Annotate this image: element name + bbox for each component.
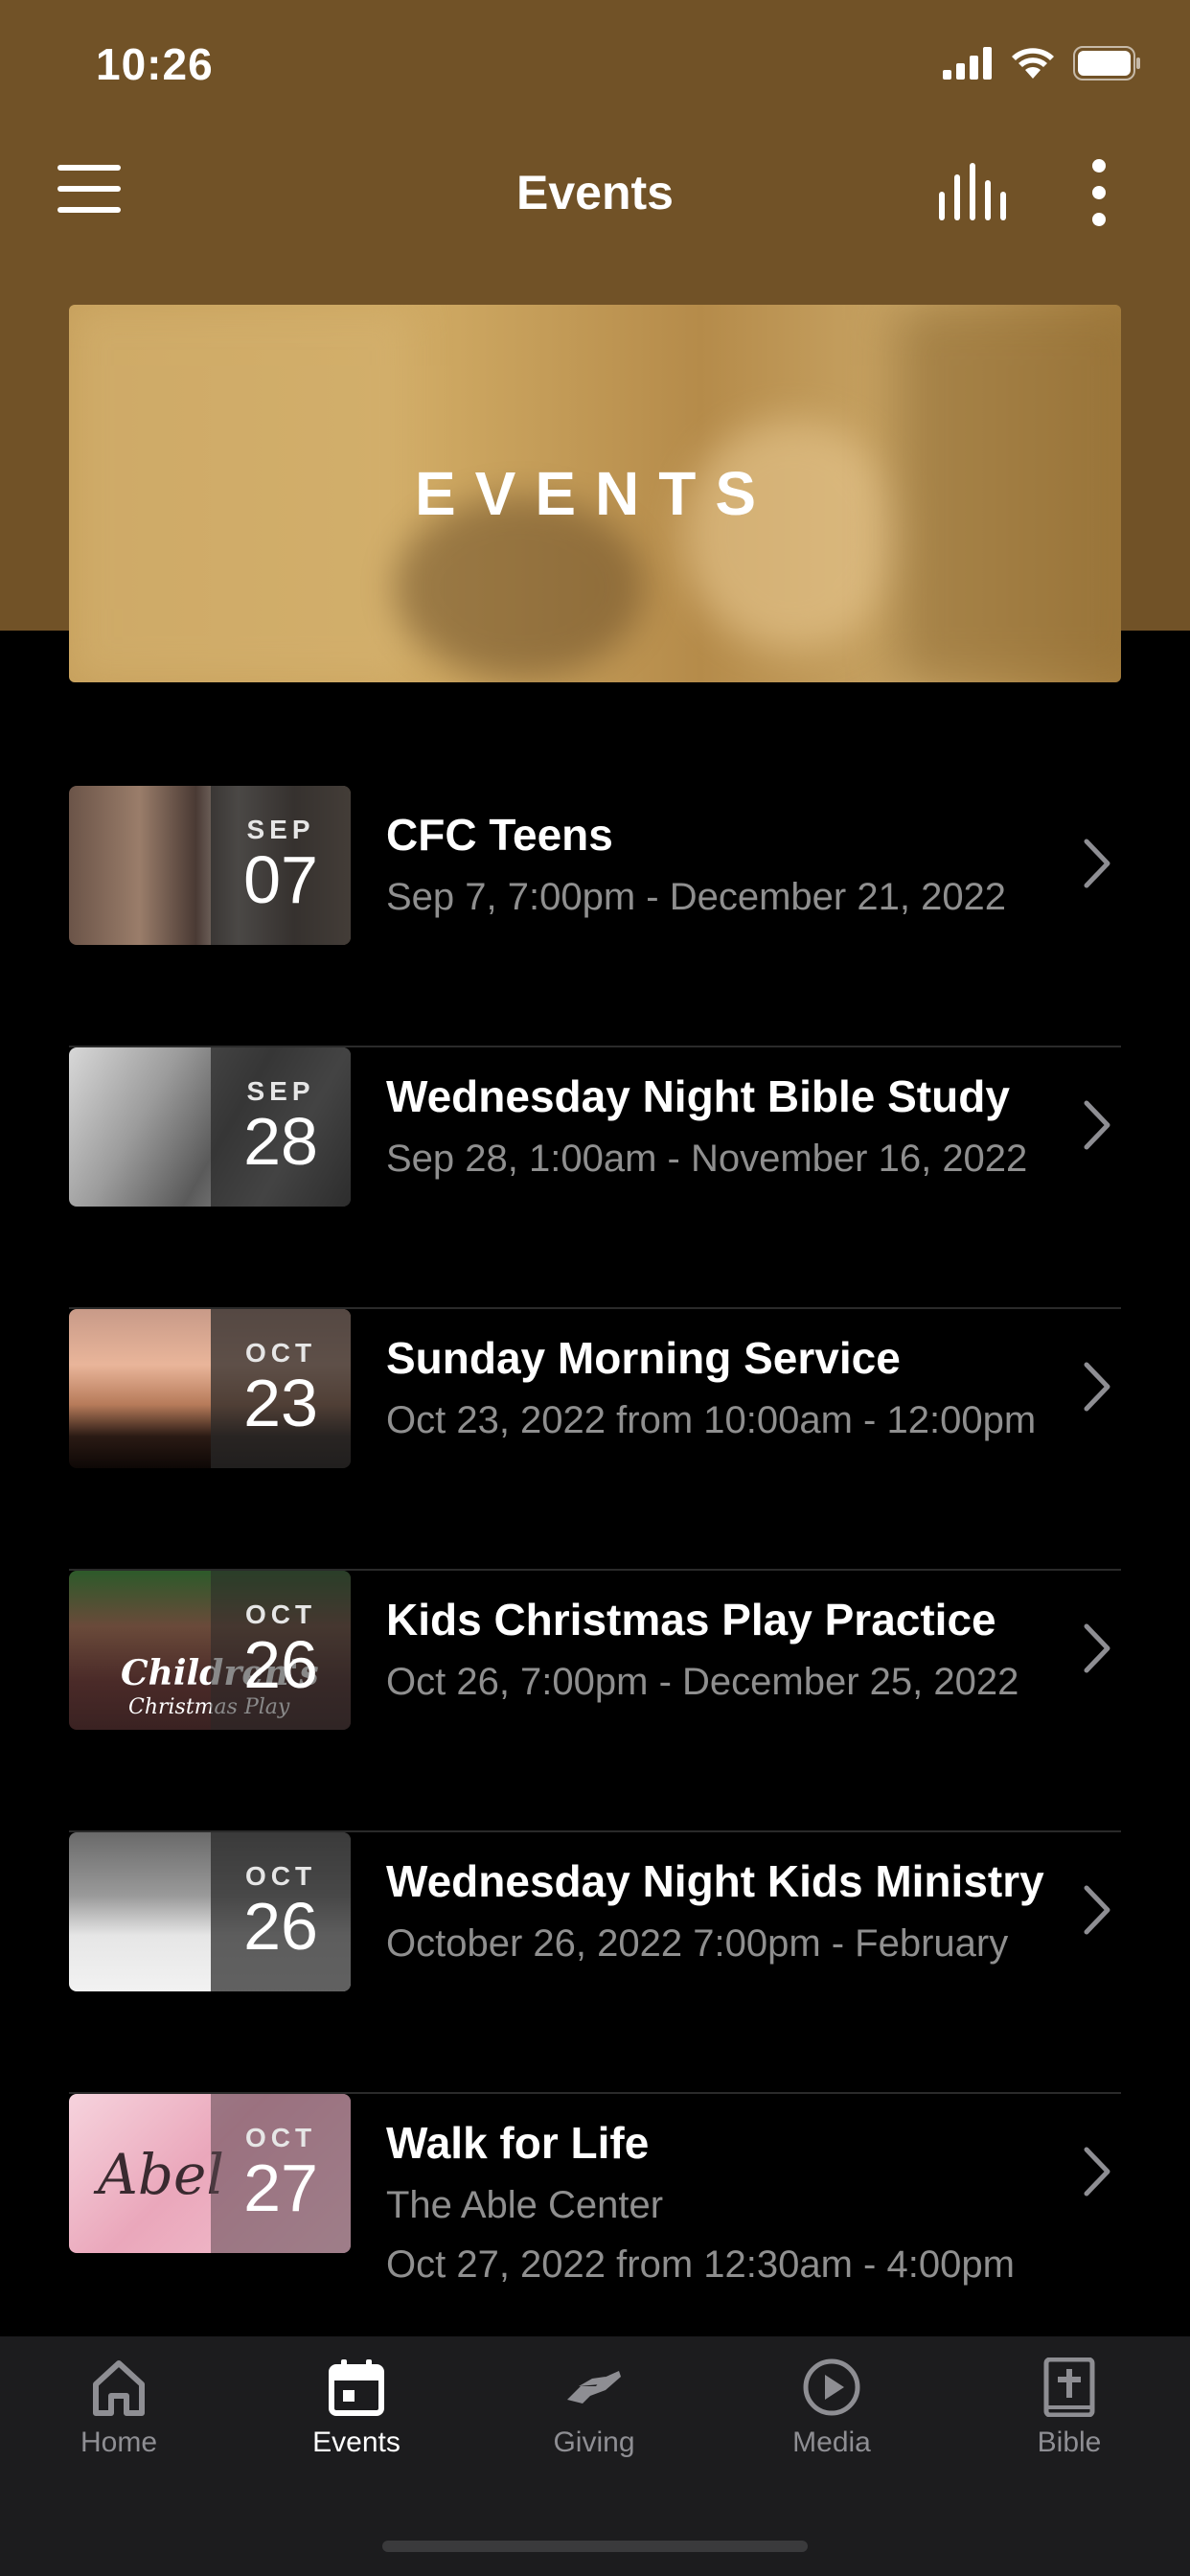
play-circle-icon bbox=[803, 2358, 860, 2416]
date-day: 26 bbox=[243, 1889, 318, 1964]
calendar-icon bbox=[329, 2359, 384, 2416]
event-thumbnail: SEP 28 bbox=[69, 1047, 351, 1207]
event-row[interactable]: OCT 23 Sunday Morning Service Oct 23, 20… bbox=[69, 1309, 1121, 1571]
event-thumbnail: OCT 23 bbox=[69, 1309, 351, 1468]
event-list: SEP 07 CFC Teens Sep 7, 7:00pm - Decembe… bbox=[69, 786, 1121, 2356]
event-row[interactable]: Abel OCT 27 Walk for Life The Able Cente… bbox=[69, 2094, 1121, 2356]
event-subtitle: Sep 28, 1:00am - November 16, 2022 bbox=[386, 1138, 1028, 1180]
event-row[interactable]: SEP 07 CFC Teens Sep 7, 7:00pm - Decembe… bbox=[69, 786, 1121, 1047]
date-month: OCT bbox=[244, 1338, 317, 1368]
event-subtitle: Sep 7, 7:00pm - December 21, 2022 bbox=[386, 876, 1007, 918]
tab-label: Bible bbox=[1037, 2426, 1102, 2458]
date-badge: OCT 26 bbox=[211, 1832, 351, 1991]
status-bar: 10:26 bbox=[0, 0, 1190, 134]
event-subtitle: Oct 26, 7:00pm - December 25, 2022 bbox=[386, 1661, 1019, 1703]
event-thumbnail: Children's Christmas Play OCT 26 bbox=[69, 1571, 351, 1730]
bible-icon bbox=[1043, 2358, 1095, 2417]
events-banner: EVENTS bbox=[69, 305, 1121, 682]
chevron-right-icon bbox=[1084, 1623, 1110, 1673]
event-title: Wednesday Night Kids Ministry bbox=[386, 1856, 1044, 1906]
home-indicator bbox=[382, 2541, 808, 2552]
wifi-icon bbox=[1012, 48, 1054, 79]
battery-icon bbox=[1073, 46, 1140, 80]
event-title: Wednesday Night Bible Study bbox=[386, 1071, 1010, 1121]
date-month: SEP bbox=[246, 815, 315, 844]
date-month: OCT bbox=[244, 2123, 317, 2152]
date-month: SEP bbox=[246, 1076, 315, 1106]
tab-giving[interactable]: Giving bbox=[498, 2358, 690, 2459]
chevron-right-icon bbox=[1084, 1885, 1110, 1935]
event-thumbnail: Abel OCT 27 bbox=[69, 2094, 351, 2253]
event-title: CFC Teens bbox=[386, 810, 613, 860]
date-badge: OCT 23 bbox=[211, 1309, 351, 1468]
date-month: OCT bbox=[244, 1599, 317, 1629]
chevron-right-icon bbox=[1084, 839, 1110, 888]
date-day: 07 bbox=[243, 842, 318, 917]
giving-hand-icon bbox=[567, 2371, 621, 2404]
event-subtitle: Oct 23, 2022 from 10:00am - 12:00pm bbox=[386, 1399, 1037, 1441]
banner-title: EVENTS bbox=[414, 459, 776, 528]
cellular-signal-icon bbox=[943, 47, 992, 80]
event-row[interactable]: OCT 26 Wednesday Night Kids Ministry Oct… bbox=[69, 1832, 1121, 2094]
date-badge: SEP 28 bbox=[211, 1047, 351, 1207]
tab-label: Home bbox=[80, 2426, 158, 2458]
tab-bible[interactable]: Bible bbox=[973, 2358, 1165, 2459]
navigation-bar: Events bbox=[0, 134, 1190, 249]
tab-label: Media bbox=[792, 2426, 871, 2458]
more-options-icon[interactable] bbox=[1081, 159, 1119, 226]
chevron-right-icon bbox=[1084, 1100, 1110, 1150]
home-icon bbox=[93, 2360, 145, 2416]
tab-media[interactable]: Media bbox=[736, 2358, 927, 2459]
date-day: 28 bbox=[243, 1104, 318, 1179]
event-title: Sunday Morning Service bbox=[386, 1333, 901, 1383]
event-row[interactable]: SEP 28 Wednesday Night Bible Study Sep 2… bbox=[69, 1047, 1121, 1309]
status-icons bbox=[943, 46, 1142, 80]
date-badge: OCT 26 bbox=[211, 1571, 351, 1730]
tab-home[interactable]: Home bbox=[23, 2358, 215, 2459]
event-title: Kids Christmas Play Practice bbox=[386, 1595, 996, 1644]
event-thumbnail: SEP 07 bbox=[69, 786, 351, 945]
tab-label: Giving bbox=[553, 2426, 635, 2458]
date-month: OCT bbox=[244, 1861, 317, 1891]
chevron-right-icon bbox=[1084, 1362, 1110, 1412]
date-day: 23 bbox=[243, 1366, 318, 1440]
event-subtitle: Oct 27, 2022 from 12:30am - 4:00pm bbox=[386, 2243, 1015, 2286]
event-row[interactable]: Children's Christmas Play OCT 26 Kids Ch… bbox=[69, 1571, 1121, 1832]
event-location: The Able Center bbox=[386, 2184, 664, 2226]
event-thumbnail: OCT 26 bbox=[69, 1832, 351, 1991]
audio-bars-icon[interactable] bbox=[937, 163, 1008, 220]
tab-bar: Home Events Giving Media Bible bbox=[0, 2336, 1190, 2576]
page-title: Events bbox=[516, 166, 674, 219]
date-badge: OCT 27 bbox=[211, 2094, 351, 2253]
date-day: 26 bbox=[243, 1627, 318, 1702]
thumbnail-text: Abel bbox=[98, 2142, 224, 2207]
event-title: Walk for Life bbox=[386, 2118, 650, 2168]
tab-label: Events bbox=[312, 2426, 400, 2458]
event-subtitle: October 26, 2022 7:00pm - February bbox=[386, 1922, 1009, 1965]
chevron-right-icon bbox=[1084, 2147, 1110, 2196]
date-day: 27 bbox=[243, 2150, 318, 2225]
tab-events[interactable]: Events bbox=[261, 2358, 452, 2459]
date-badge: SEP 07 bbox=[211, 786, 351, 945]
status-time: 10:26 bbox=[96, 39, 214, 89]
